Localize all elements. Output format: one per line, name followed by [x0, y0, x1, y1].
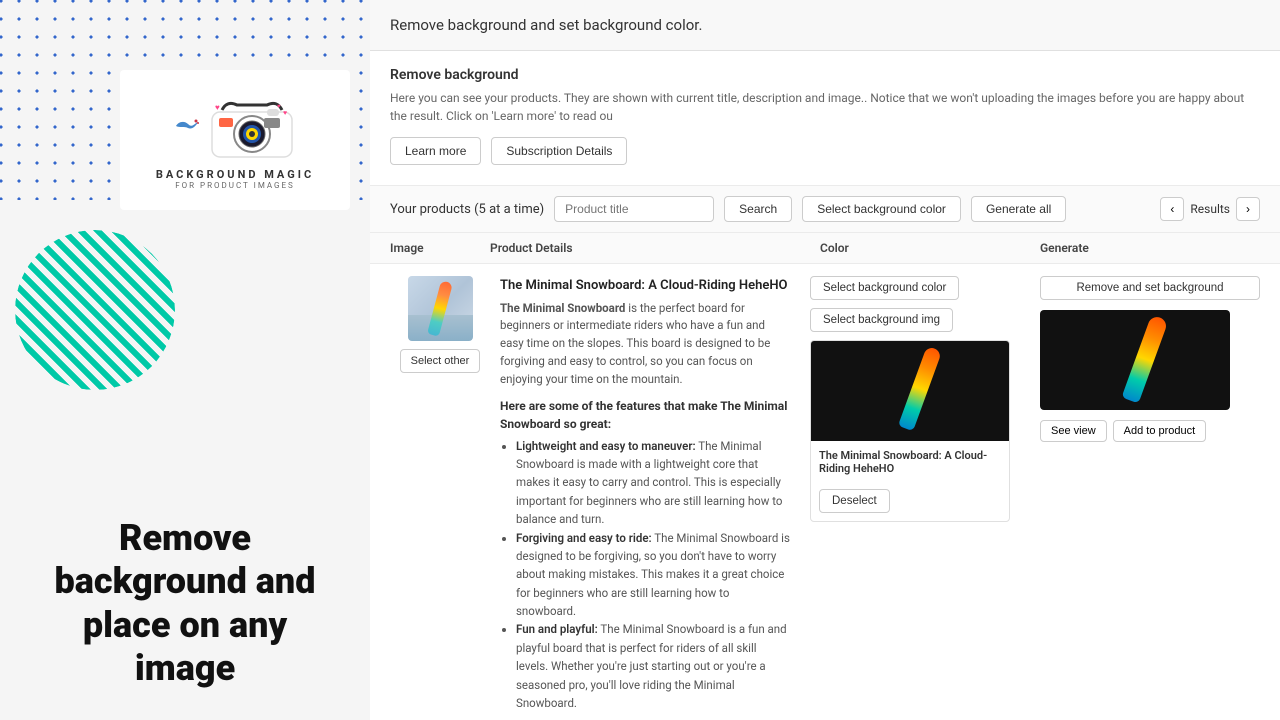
table-row: Select other The Minimal Snowboard: A Cl…: [370, 264, 1280, 720]
select-other-button[interactable]: Select other: [400, 349, 481, 373]
next-page-button[interactable]: ›: [1236, 197, 1260, 221]
product-details-col: The Minimal Snowboard: A Cloud-Riding He…: [500, 276, 800, 720]
logo-sub-text: FOR PRODUCT IMAGES: [175, 181, 295, 190]
sidebar-hero-text: Remove background and place on any image: [30, 517, 340, 690]
svg-text:♥: ♥: [277, 103, 281, 110]
generate-col: Remove and set background See view Add t…: [1040, 276, 1260, 442]
col-details-header: Product Details: [490, 241, 820, 255]
bird-icon: [174, 114, 202, 136]
preview-image: [811, 341, 1009, 441]
generate-preview: [1040, 310, 1230, 410]
logo-brand-text: BACKGROUND MAGIC: [156, 168, 314, 181]
col-image-header: Image: [390, 241, 490, 255]
product-description: The Minimal Snowboard is the perfect boa…: [500, 300, 790, 389]
product-thumbnail: [408, 276, 473, 341]
svg-text:♥: ♥: [215, 103, 220, 112]
product-image-col: Select other: [390, 276, 490, 373]
generate-snowboard-shape: [1121, 315, 1168, 404]
logo-icon-area: ♥ ♥ ♥: [174, 90, 297, 160]
table-header: Image Product Details Color Generate: [370, 233, 1280, 264]
products-label: Your products (5 at a time): [390, 202, 544, 217]
color-col: Select background color Select backgroun…: [810, 276, 1030, 522]
add-to-product-button[interactable]: Add to product: [1113, 420, 1207, 442]
list-item: Forgiving and easy to ride: The Minimal …: [516, 529, 790, 621]
page-header: Remove background and set background col…: [370, 0, 1280, 51]
col-generate-header: Generate: [1040, 241, 1260, 255]
generate-action-buttons: See view Add to product: [1040, 420, 1260, 442]
sidebar: ♥ ♥ ♥ BACKGROUND MAGIC FOR PRODUCT IMAGE…: [0, 0, 370, 720]
product-features-heading: Here are some of the features that make …: [500, 397, 790, 433]
search-input[interactable]: [554, 196, 714, 222]
remove-set-background-button[interactable]: Remove and set background: [1040, 276, 1260, 300]
col-color-header: Color: [820, 241, 1040, 255]
search-button[interactable]: Search: [724, 196, 792, 222]
product-feature-list: Lightweight and easy to maneuver: The Mi…: [500, 437, 790, 713]
preview-snowboard-shape: [898, 346, 942, 431]
feature-name-3: Fun and playful:: [516, 622, 598, 636]
results-label: Results: [1190, 202, 1230, 216]
preview-product-title: The Minimal Snowboard: A Cloud-Riding He…: [811, 441, 1009, 483]
subscription-details-button[interactable]: Subscription Details: [491, 137, 627, 165]
toolbar: Your products (5 at a time) Search Selec…: [370, 186, 1280, 233]
select-bg-color-toolbar-button[interactable]: Select background color: [802, 196, 961, 222]
list-item: Lightweight and easy to maneuver: The Mi…: [516, 437, 790, 529]
preview-card: The Minimal Snowboard: A Cloud-Riding He…: [810, 340, 1010, 522]
camera-icon: ♥ ♥ ♥: [207, 90, 297, 160]
deselect-button[interactable]: Deselect: [819, 489, 890, 513]
page-title: Remove background and set background col…: [390, 16, 1260, 34]
feature-name-1: Lightweight and easy to maneuver:: [516, 439, 696, 453]
see-view-button[interactable]: See view: [1040, 420, 1107, 442]
logo-area: ♥ ♥ ♥ BACKGROUND MAGIC FOR PRODUCT IMAGE…: [120, 70, 350, 210]
section-title: Remove background: [390, 67, 1260, 83]
preview-actions: Deselect: [811, 483, 1009, 521]
pagination: ‹ Results ›: [1160, 197, 1260, 221]
remove-bg-section: Remove background Here you can see your …: [370, 51, 1280, 186]
select-bg-color-button[interactable]: Select background color: [810, 276, 959, 300]
product-title: The Minimal Snowboard: A Cloud-Riding He…: [500, 276, 790, 296]
svg-text:♥: ♥: [283, 109, 287, 117]
green-circle-decoration: [15, 230, 175, 390]
section-buttons: Learn more Subscription Details: [390, 137, 1260, 165]
feature-name-2: Forgiving and easy to ride:: [516, 531, 652, 545]
main-content: Remove background and set background col…: [370, 0, 1280, 720]
generate-all-button[interactable]: Generate all: [971, 196, 1066, 222]
section-desc: Here you can see your products. They are…: [390, 89, 1260, 125]
select-bg-img-button[interactable]: Select background img: [810, 308, 953, 332]
product-desc-intro: The Minimal Snowboard: [500, 301, 625, 315]
learn-more-button[interactable]: Learn more: [390, 137, 481, 165]
list-item: Fun and playful: The Minimal Snowboard i…: [516, 620, 790, 712]
prev-page-button[interactable]: ‹: [1160, 197, 1184, 221]
